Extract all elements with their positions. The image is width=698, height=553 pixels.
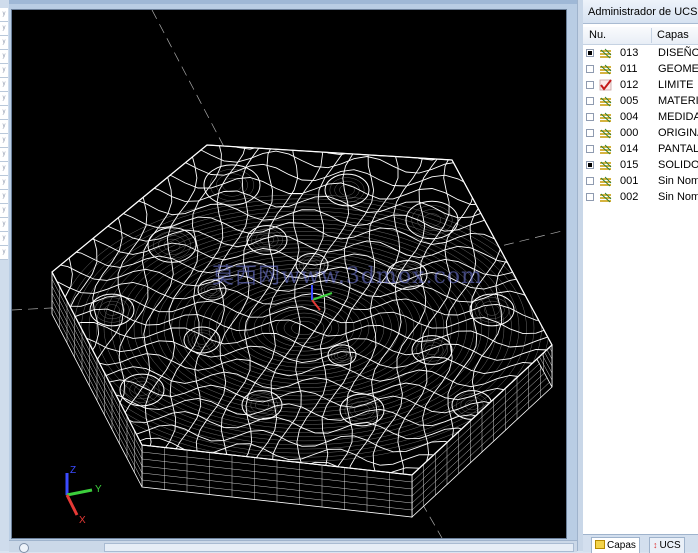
layer-number: 015 (620, 159, 639, 171)
layer-row[interactable]: 004 MEDIDAS (583, 109, 698, 125)
layer-stack-icon (599, 127, 613, 139)
layer-name: MATERIAL (658, 95, 698, 107)
left-strip-item[interactable]: y (0, 78, 8, 92)
3d-viewport[interactable]: Z Y X 莫西网www.3dmox.com (11, 9, 567, 539)
layer-stack-icon (599, 143, 613, 155)
layer-number: 011 (620, 63, 638, 75)
layer-number: 013 (620, 47, 639, 59)
left-strip-item[interactable]: y (0, 50, 8, 64)
wave-line (42, 43, 562, 81)
layer-visibility-checkbox[interactable] (586, 49, 594, 57)
left-strip-item[interactable]: y (0, 64, 8, 78)
layer-row[interactable]: 012 LIMITE (583, 77, 698, 93)
ucs-manager-panel: Administrador de UCS Nu. Capas 013 DISEÑO… (583, 0, 698, 551)
layer-visibility-checkbox[interactable] (586, 193, 594, 201)
layer-row[interactable]: 005 MATERIAL (583, 93, 698, 109)
gizmo-x-axis (65, 494, 79, 516)
watermark-text: 莫西网www.3dmox.com (212, 264, 483, 289)
layer-number: 001 (620, 175, 639, 187)
layer-stack-icon (599, 175, 613, 187)
layer-name: LIMITE (658, 79, 694, 91)
layer-stack-icon (599, 159, 613, 171)
tab-capas-label: Capas (607, 540, 636, 551)
layer-number: 004 (620, 111, 639, 123)
layer-row[interactable]: 000 ORIGINAL (583, 125, 698, 141)
left-strip-item[interactable]: y (0, 204, 8, 218)
wave-line (42, 56, 562, 94)
gizmo-x-label: X (79, 515, 86, 526)
header-separator (651, 28, 652, 43)
layer-visibility-checkbox[interactable] (586, 97, 594, 105)
status-icon (19, 543, 29, 553)
layer-visibility-checkbox[interactable] (586, 65, 594, 73)
layer-number: 014 (620, 143, 639, 155)
layer-visibility-checkbox[interactable] (586, 81, 594, 89)
layers-tab-icon (595, 540, 605, 549)
ucs-tab-icon: ↕ (653, 540, 658, 550)
left-strip-item[interactable]: y (0, 162, 8, 176)
left-strip-item[interactable]: y (0, 218, 8, 232)
layer-name: Sin Nombre (658, 175, 698, 187)
wave-line (52, 145, 552, 153)
status-bar (9, 540, 577, 553)
layer-name: ORIGINAL (658, 127, 698, 139)
active-check-icon (599, 79, 613, 91)
wave-line (42, 70, 562, 110)
left-strip-item[interactable]: y (0, 232, 8, 246)
left-strip-item[interactable]: y (0, 134, 8, 148)
layer-stack-icon (599, 63, 613, 75)
layer-number: 000 (620, 127, 639, 139)
tab-ucs-label: UCS (659, 540, 681, 551)
layer-name: DISEÑO (658, 47, 698, 59)
layer-number: 002 (620, 191, 639, 203)
layer-visibility-checkbox[interactable] (586, 113, 594, 121)
layer-stack-icon (599, 111, 613, 123)
layer-stack-icon (599, 47, 613, 59)
column-header-num[interactable]: Nu. (589, 27, 606, 44)
layer-visibility-checkbox[interactable] (586, 161, 594, 169)
layer-name: GEOMETRÍA (658, 63, 698, 75)
layer-number: 005 (620, 95, 639, 107)
wave-line (42, 83, 562, 127)
layer-number: 012 (620, 79, 639, 91)
layer-name: SOLIDO (658, 159, 698, 171)
left-strip-item[interactable]: y (0, 148, 8, 162)
gizmo-y-axis (66, 488, 93, 497)
layer-row[interactable]: 014 PANTALLA (583, 141, 698, 157)
layer-visibility-checkbox[interactable] (586, 177, 594, 185)
left-strip-item[interactable]: y (0, 92, 8, 106)
panel-tabs: Capas ↕ UCS (583, 534, 698, 553)
viewport-top-bar (9, 0, 577, 4)
layer-stack-icon (599, 191, 613, 203)
layer-row[interactable]: 013 DISEÑO (583, 45, 698, 61)
left-strip-item[interactable]: y (0, 8, 8, 22)
left-strip-item[interactable]: y (0, 246, 8, 260)
layer-name: PANTALLA (658, 143, 698, 155)
layer-visibility-checkbox[interactable] (586, 145, 594, 153)
layer-row[interactable]: 001 Sin Nombre (583, 173, 698, 189)
column-header-layers[interactable]: Capas (657, 27, 689, 44)
left-strip-item[interactable]: y (0, 36, 8, 50)
layer-name: MEDIDAS (658, 111, 698, 123)
layer-row[interactable]: 015 SOLIDO (583, 157, 698, 173)
layer-name: Sin Nombre (658, 191, 698, 203)
layer-stack-icon (599, 95, 613, 107)
layer-row[interactable]: 002 Sin Nombre (583, 189, 698, 205)
gizmo-z-label: Z (70, 465, 76, 476)
panel-title: Administrador de UCS (583, 0, 698, 24)
left-strip-item[interactable]: y (0, 22, 8, 36)
gizmo-y-label: Y (95, 484, 102, 495)
left-strip-item[interactable]: y (0, 106, 8, 120)
left-strip-item[interactable]: y (0, 190, 8, 204)
left-strip-item[interactable]: y (0, 176, 8, 190)
layer-visibility-checkbox[interactable] (586, 129, 594, 137)
layer-row[interactable]: 011 GEOMETRÍA (583, 61, 698, 77)
wave-line (42, 503, 562, 538)
wave-line (42, 96, 562, 140)
left-strip-item[interactable]: y (0, 120, 8, 134)
